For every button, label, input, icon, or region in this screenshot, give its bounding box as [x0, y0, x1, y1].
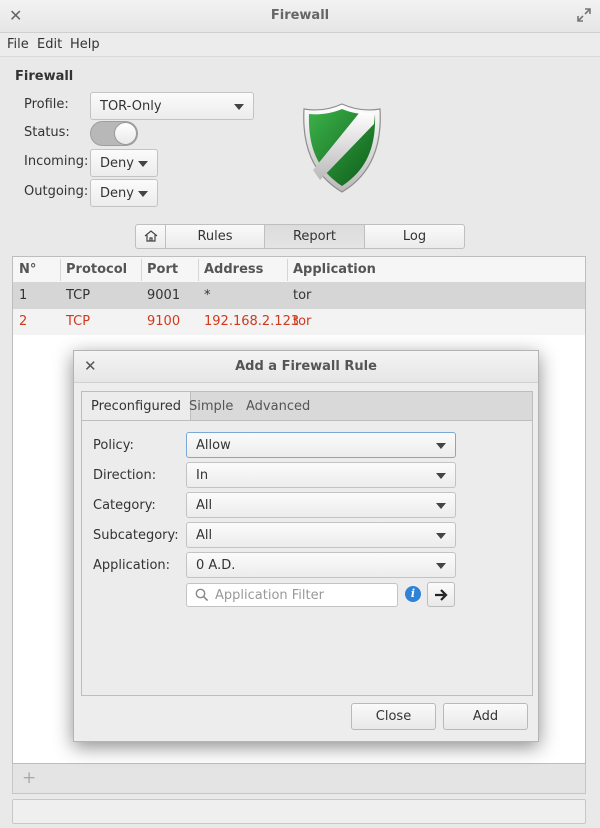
incoming-value: Deny — [100, 156, 134, 171]
column-header[interactable]: Port — [147, 262, 178, 277]
cell-port: 9001 — [147, 288, 181, 303]
direction-value: In — [196, 468, 209, 483]
arrow-right-icon — [435, 589, 448, 601]
tab-home[interactable] — [136, 225, 166, 248]
column-header[interactable]: Protocol — [66, 262, 127, 277]
profile-select[interactable]: TOR-Only — [90, 92, 254, 120]
menu-help[interactable]: Help — [70, 37, 100, 52]
cell-address: 192.168.2.123 — [204, 314, 300, 329]
profile-value: TOR-Only — [100, 99, 162, 114]
outgoing-label: Outgoing: — [24, 184, 89, 199]
column-divider — [141, 259, 142, 281]
info-icon[interactable]: i — [405, 586, 421, 602]
tab-advanced[interactable]: Advanced — [246, 399, 310, 414]
policy-select[interactable]: Allow — [186, 432, 456, 458]
column-header[interactable]: Address — [204, 262, 263, 277]
cell-protocol: TCP — [66, 314, 91, 329]
tab-report[interactable]: Report — [265, 225, 365, 248]
tab-log[interactable]: Log — [365, 225, 464, 248]
cell-address: * — [204, 288, 211, 303]
chevron-down-icon — [234, 104, 244, 110]
chevron-down-icon — [138, 191, 148, 197]
dialog-title: Add a Firewall Rule — [235, 359, 377, 374]
table-row[interactable]: 2 TCP 9100 192.168.2.123 tor — [13, 309, 585, 335]
chevron-down-icon — [436, 533, 446, 539]
cell-number: 2 — [19, 314, 28, 329]
add-rule-button[interactable]: + — [22, 768, 36, 788]
profile-label: Profile: — [24, 97, 69, 112]
status-label: Status: — [24, 125, 70, 140]
table-toolbar: + — [12, 764, 586, 794]
dialog-title-bar: ✕ Add a Firewall Rule — [74, 351, 538, 383]
chevron-down-icon — [436, 443, 446, 449]
maximize-icon[interactable] — [577, 8, 591, 22]
firewall-section-title: Firewall — [15, 69, 74, 84]
direction-label: Direction: — [93, 468, 157, 483]
menu-edit[interactable]: Edit — [37, 37, 62, 52]
dialog-tabs: Preconfigured Simple Advanced — [81, 391, 533, 421]
column-header[interactable]: N° — [19, 262, 36, 277]
policy-label: Policy: — [93, 438, 134, 453]
cell-port: 9100 — [147, 314, 181, 329]
cell-protocol: TCP — [66, 288, 91, 303]
column-divider — [287, 259, 288, 281]
window-title: Firewall — [270, 8, 330, 23]
menu-file[interactable]: File — [7, 37, 29, 52]
status-bar — [12, 799, 586, 824]
apply-filter-button[interactable] — [427, 582, 455, 607]
column-divider — [198, 259, 199, 281]
category-select[interactable]: All — [186, 492, 456, 518]
direction-select[interactable]: In — [186, 462, 456, 488]
add-rule-dialog: ✕ Add a Firewall Rule Preconfigured Simp… — [73, 350, 539, 742]
toggle-knob — [114, 122, 137, 145]
chevron-down-icon — [436, 473, 446, 479]
outgoing-value: Deny — [100, 186, 134, 201]
cell-application: tor — [293, 288, 312, 303]
application-label: Application: — [93, 558, 171, 573]
cell-application: tor — [293, 314, 312, 329]
tab-simple[interactable]: Simple — [189, 399, 233, 414]
incoming-label: Incoming: — [24, 154, 89, 169]
column-divider — [60, 259, 61, 281]
filter-placeholder: Application Filter — [215, 588, 324, 603]
subcategory-label: Subcategory: — [93, 528, 179, 543]
incoming-select[interactable]: Deny — [90, 149, 158, 177]
category-label: Category: — [93, 498, 156, 513]
add-button[interactable]: Add — [443, 703, 528, 730]
application-value: 0 A.D. — [196, 558, 236, 573]
tab-preconfigured[interactable]: Preconfigured — [81, 391, 191, 421]
view-tabs: Rules Report Log — [135, 224, 465, 249]
status-toggle[interactable] — [90, 121, 138, 146]
cell-number: 1 — [19, 288, 28, 303]
application-select[interactable]: 0 A.D. — [186, 552, 456, 578]
outgoing-select[interactable]: Deny — [90, 179, 158, 207]
preconfigured-panel: Policy: Allow Direction: In Category: Al… — [81, 420, 533, 696]
close-button[interactable]: Close — [351, 703, 436, 730]
category-value: All — [196, 498, 213, 513]
chevron-down-icon — [138, 161, 148, 167]
subcategory-value: All — [196, 528, 213, 543]
home-icon — [144, 230, 157, 242]
chevron-down-icon — [436, 563, 446, 569]
menu-bar: File Edit Help — [0, 33, 600, 57]
search-icon — [195, 588, 209, 602]
application-filter-input[interactable]: Application Filter — [186, 583, 398, 607]
tab-rules[interactable]: Rules — [166, 225, 265, 248]
table-header: N° Protocol Port Address Application — [13, 257, 585, 283]
chevron-down-icon — [436, 503, 446, 509]
policy-value: Allow — [196, 438, 231, 453]
column-header[interactable]: Application — [293, 262, 376, 277]
table-row[interactable]: 1 TCP 9001 * tor — [13, 283, 585, 309]
subcategory-select[interactable]: All — [186, 522, 456, 548]
shield-logo-icon — [303, 103, 381, 193]
title-bar: ✕ Firewall — [0, 0, 600, 33]
